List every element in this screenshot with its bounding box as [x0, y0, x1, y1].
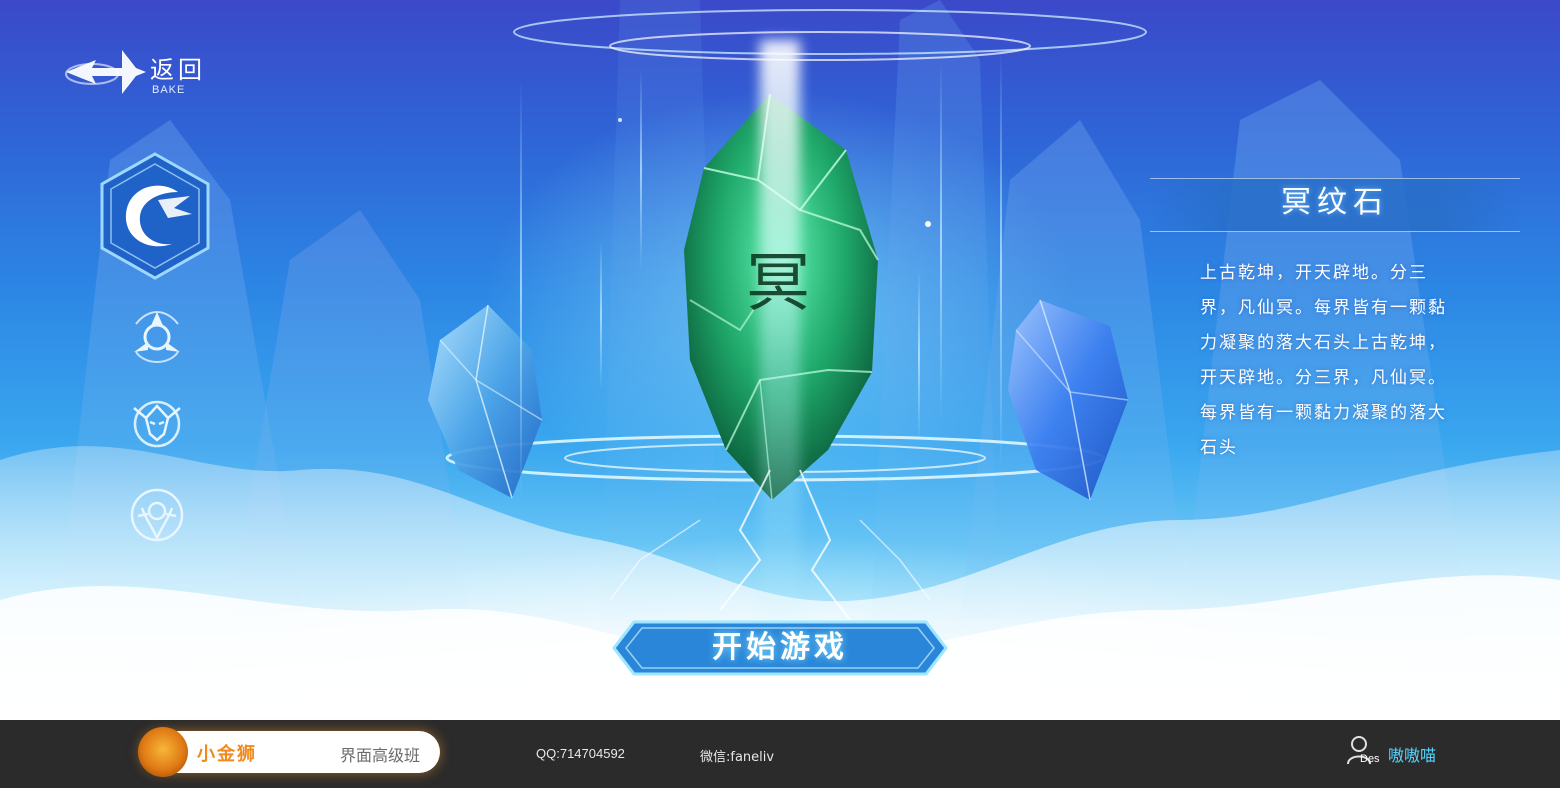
back-label[interactable]: 返回	[150, 50, 206, 85]
rune-column	[940, 60, 942, 420]
rune-column	[600, 240, 602, 390]
wechat-contact: 微信:faneliv	[700, 750, 775, 765]
rune-column	[918, 270, 920, 440]
lion-logo-icon	[138, 727, 188, 777]
light-beam	[760, 40, 800, 680]
item-title: 冥纹石	[1281, 185, 1389, 220]
nav-item-winged-mask[interactable]	[128, 394, 186, 452]
start-game-button[interactable]	[612, 620, 948, 676]
winged-mask-emblem-icon	[133, 400, 181, 448]
nav-item-tri-blade[interactable]	[128, 308, 186, 366]
qq-contact: QQ:714704592	[536, 746, 625, 761]
user-name: 嗷嗷喵	[1388, 746, 1437, 765]
nav-item-dragon-active[interactable]	[98, 152, 212, 280]
tri-blade-emblem-icon	[134, 311, 180, 363]
start-button-frame	[612, 620, 948, 676]
brand-name: 小金狮	[197, 744, 257, 765]
back-sublabel: BAKE	[152, 84, 186, 96]
brand-class: 界面高级班	[340, 746, 421, 765]
dragon-crest-icon	[100, 152, 210, 280]
orb-shield-emblem-icon	[130, 488, 184, 542]
item-description: 上古乾坤，开天辟地。分三界，凡仙冥。每界皆有一颗黏力凝聚的落大石头上古乾坤，开天…	[1200, 263, 1447, 458]
rune-column	[640, 70, 642, 270]
rune-column	[520, 80, 522, 500]
rune-column	[1000, 50, 1002, 470]
back-arrow-icon	[65, 50, 146, 94]
nav-item-orb-shield[interactable]	[128, 486, 186, 544]
crystal-glyph: 冥	[746, 247, 810, 321]
user-tag: Des	[1360, 753, 1380, 765]
